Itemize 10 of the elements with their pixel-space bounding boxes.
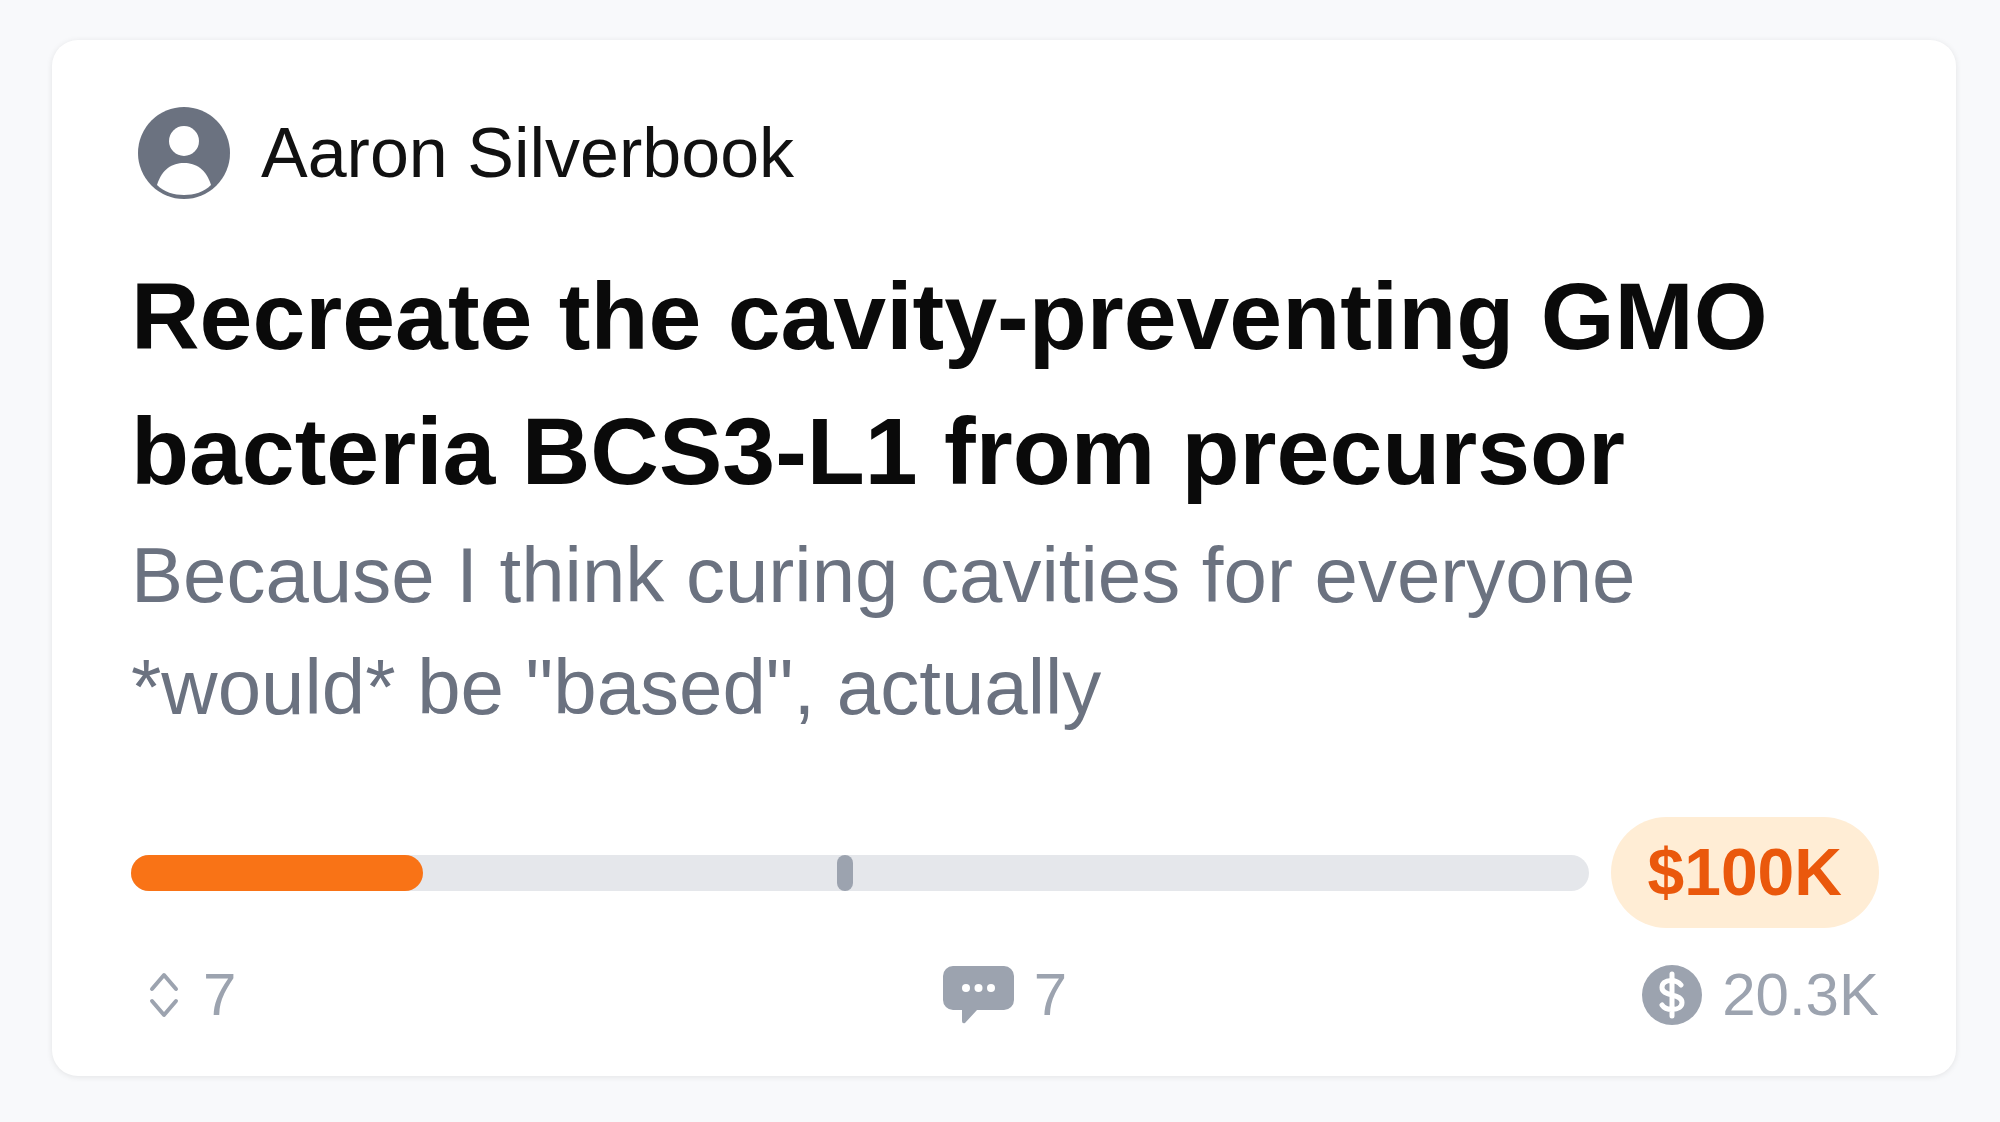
author-name[interactable]: Aaron Silverbook: [261, 118, 795, 188]
dollar-coin-icon: [1642, 965, 1703, 1025]
speech-bubble-icon: [942, 966, 1014, 1024]
project-title[interactable]: Recreate the cavity-preventing GMO bacteria BCS3-L1 from precursor: [131, 249, 1879, 519]
avatar-icon: [138, 107, 230, 199]
project-description: Because I think curing cavities for everyone *would* be "based", actually: [131, 530, 1637, 733]
vote-count: 7: [203, 960, 237, 1030]
goal-badge: $100K: [1610, 817, 1879, 928]
funding-amount: 20.3K: [1722, 960, 1879, 1030]
comment-count: 7: [1033, 960, 1068, 1030]
